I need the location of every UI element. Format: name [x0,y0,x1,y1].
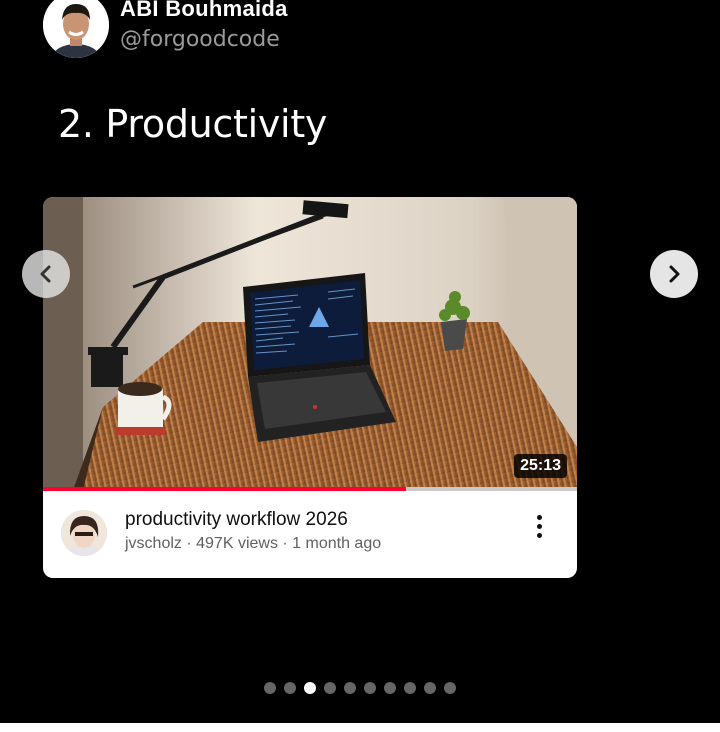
carousel-dot[interactable] [304,682,316,694]
carousel-dot[interactable] [264,682,276,694]
video-meta: jvscholz · 497K views · 1 month ago [125,535,382,552]
author-handle[interactable]: @forgoodcode [120,27,280,52]
more-vert-icon-dot [536,523,542,529]
author-avatar[interactable] [43,0,109,58]
carousel-dot[interactable] [424,682,436,694]
carousel-dot[interactable] [324,682,336,694]
video-title[interactable]: productivity workflow 2026 [125,509,348,531]
carousel-dot[interactable] [284,682,296,694]
chevron-left-icon [40,265,51,283]
video-thumbnail[interactable]: 25:13 [43,197,577,490]
watch-progress-fill [43,487,407,491]
thumbnail-image [43,197,577,490]
video-duration-badge: 25:13 [514,454,567,478]
carousel-dot[interactable] [344,682,356,694]
carousel-next-button[interactable] [650,250,698,298]
carousel-dot[interactable] [384,682,396,694]
carousel-dot[interactable] [404,682,416,694]
author-avatar-image [43,0,109,58]
carousel-dot[interactable] [444,682,456,694]
more-vert-icon-dot [536,532,542,538]
video-card[interactable]: 25:13 productivity workflow 2026 jvschol… [43,197,577,578]
carousel-prev-button[interactable] [22,250,70,298]
slide-title: 2. Productivity [58,102,328,146]
more-vert-icon [536,514,542,520]
chevron-right-icon [669,265,680,283]
channel-avatar[interactable] [61,510,107,556]
carousel-pagination [264,682,456,694]
more-options-button[interactable] [524,511,554,541]
watch-progress-bar [43,487,577,491]
bottom-strip [0,723,720,732]
channel-avatar-image [61,510,107,556]
carousel-dot[interactable] [364,682,376,694]
author-name[interactable]: ABI Bouhmaida [120,0,288,22]
